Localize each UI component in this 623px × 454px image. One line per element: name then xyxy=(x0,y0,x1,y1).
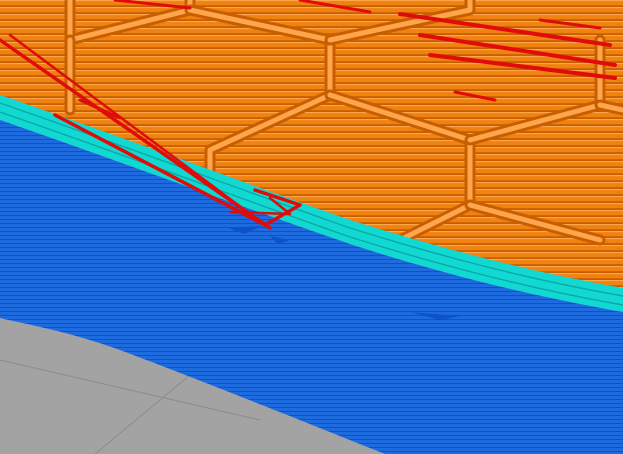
3d-preview-viewport[interactable] xyxy=(0,0,623,454)
toolpath-render xyxy=(0,0,623,454)
